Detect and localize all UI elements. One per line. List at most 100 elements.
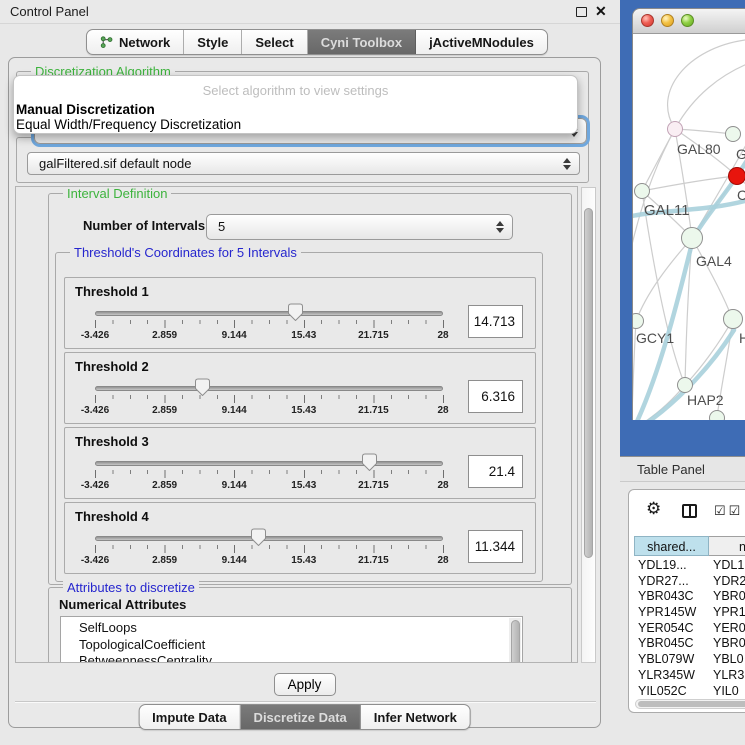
slider-thumb[interactable] bbox=[288, 303, 303, 321]
number-of-intervals-combobox[interactable]: 5 bbox=[206, 214, 513, 240]
cell-shared-name[interactable]: YPR145W bbox=[638, 605, 696, 621]
separator bbox=[15, 701, 596, 703]
network-node[interactable] bbox=[723, 309, 743, 329]
network-node[interactable] bbox=[634, 183, 650, 199]
close-traffic-light-icon[interactable] bbox=[641, 14, 654, 27]
zoom-traffic-light-icon[interactable] bbox=[681, 14, 694, 27]
network-canvas[interactable]: GAL80GACGAL11GAL4GCY1HHAP2 bbox=[633, 34, 745, 420]
threshold-label: Threshold 2 bbox=[75, 359, 149, 374]
numerical-attributes-list[interactable]: SelfLoopsTopologicalCoefficientBetweenne… bbox=[60, 616, 523, 663]
table-row[interactable]: YER054C YER0 bbox=[634, 621, 745, 637]
close-icon[interactable]: ✕ bbox=[595, 3, 607, 20]
cell-name[interactable]: YBL0 bbox=[713, 652, 744, 668]
tab-network[interactable]: Network bbox=[87, 30, 184, 54]
table-row[interactable]: YDL19... YDL1 bbox=[634, 558, 745, 574]
tab-cyni-toolbox[interactable]: Cyni Toolbox bbox=[308, 30, 416, 54]
tab-label: Cyni Toolbox bbox=[321, 35, 402, 50]
table-horizontal-scrollbar[interactable] bbox=[635, 699, 745, 709]
dropdown-option-equal-width-frequency[interactable]: Equal Width/Frequency Discretization bbox=[16, 117, 241, 132]
tab-impute-data[interactable]: Impute Data bbox=[139, 705, 240, 729]
tab-infer-network[interactable]: Infer Network bbox=[361, 705, 470, 729]
cell-name[interactable]: YPR1 bbox=[713, 605, 745, 621]
dropdown-option-manual-discretization[interactable]: Manual Discretization bbox=[16, 102, 155, 117]
slider-track[interactable] bbox=[95, 536, 443, 541]
attribute-list-item[interactable]: TopologicalCoefficient bbox=[61, 637, 522, 654]
cell-name[interactable]: YER0 bbox=[713, 621, 745, 637]
table-row[interactable]: YDR27... YDR2 bbox=[634, 574, 745, 590]
slider-thumb[interactable] bbox=[251, 528, 266, 546]
slider-track[interactable] bbox=[95, 311, 443, 316]
scrollbar-thumb[interactable] bbox=[584, 208, 593, 558]
table-row[interactable]: YLR345W YLR3 bbox=[634, 668, 745, 684]
table-body: YDL19...YDL1YDR27...YDR2YBR043CYBR0YPR14… bbox=[634, 558, 745, 699]
gear-icon[interactable]: ⚙ bbox=[646, 499, 661, 519]
network-node[interactable] bbox=[633, 313, 644, 329]
slider-major-ticks bbox=[95, 545, 444, 553]
float-window-icon[interactable] bbox=[576, 7, 587, 17]
tab-label: Style bbox=[197, 35, 228, 50]
cell-shared-name[interactable]: YDL19... bbox=[638, 558, 687, 574]
column-header-shared-name[interactable]: shared... bbox=[634, 536, 709, 556]
list-scrollbar[interactable] bbox=[509, 618, 521, 663]
network-node[interactable] bbox=[728, 167, 745, 185]
threshold-value-field[interactable]: 21.4 bbox=[468, 455, 523, 488]
column-header-name[interactable]: na bbox=[709, 536, 745, 556]
network-node[interactable] bbox=[667, 121, 683, 137]
slider-tick-label: 15.43 bbox=[291, 480, 316, 491]
threshold-value-field[interactable]: 14.713 bbox=[468, 305, 523, 338]
cell-name[interactable]: YDR2 bbox=[713, 574, 745, 590]
table-row[interactable]: YBL079W YBL0 bbox=[634, 652, 745, 668]
network-view-frame: GAL80GACGAL11GAL4GCY1HHAP2 bbox=[620, 0, 745, 456]
cell-shared-name[interactable]: YLR345W bbox=[638, 668, 695, 684]
table-panel-titlebar: Table Panel bbox=[620, 456, 745, 482]
tab-discretize-data[interactable]: Discretize Data bbox=[241, 705, 361, 729]
table-row[interactable]: YIL052C YIL0 bbox=[634, 684, 745, 700]
cell-shared-name[interactable]: YIL052C bbox=[638, 684, 687, 700]
network-node-label: H bbox=[739, 330, 745, 346]
network-node[interactable] bbox=[725, 126, 741, 142]
tab-jactivemnodules[interactable]: jActiveMNodules bbox=[416, 30, 547, 54]
network-node[interactable] bbox=[709, 410, 725, 420]
cell-shared-name[interactable]: YBL079W bbox=[638, 652, 694, 668]
cell-name[interactable]: YDL1 bbox=[713, 558, 744, 574]
table-row[interactable]: YBR043C YBR0 bbox=[634, 589, 745, 605]
tab-select[interactable]: Select bbox=[242, 30, 307, 54]
slider-tick-label: 28 bbox=[437, 480, 448, 491]
threshold-label: Threshold 3 bbox=[75, 434, 149, 449]
attribute-list-item[interactable]: SelfLoops bbox=[61, 620, 522, 637]
tab-label: Network bbox=[119, 35, 170, 50]
combo-value: 5 bbox=[218, 219, 225, 234]
slider-track[interactable] bbox=[95, 386, 443, 391]
table-row[interactable]: YBR045C YBR0 bbox=[634, 636, 745, 652]
threshold-value-field[interactable]: 6.316 bbox=[468, 380, 523, 413]
table-row[interactable]: YPR145W YPR1 bbox=[634, 605, 745, 621]
cell-shared-name[interactable]: YDR27... bbox=[638, 574, 689, 590]
network-node[interactable] bbox=[677, 377, 693, 393]
cell-name[interactable]: YLR3 bbox=[713, 668, 744, 684]
cell-shared-name[interactable]: YBR045C bbox=[638, 636, 694, 652]
cell-shared-name[interactable]: YBR043C bbox=[638, 589, 694, 605]
attribute-list-item[interactable]: BetweennessCentrality bbox=[61, 653, 522, 663]
slider-thumb[interactable] bbox=[362, 453, 377, 471]
threshold-value-field[interactable]: 11.344 bbox=[468, 530, 523, 563]
network-node[interactable] bbox=[681, 227, 703, 249]
scrollbar-thumb[interactable] bbox=[511, 620, 520, 663]
network-window[interactable]: GAL80GACGAL11GAL4GCY1HHAP2 bbox=[632, 8, 745, 420]
threshold-box: Threshold 2-3.4262.8599.14415.4321.71528… bbox=[64, 352, 536, 424]
slider-major-ticks bbox=[95, 470, 444, 478]
scrollbar-thumb[interactable] bbox=[638, 701, 745, 707]
split-column-icon[interactable] bbox=[682, 504, 697, 518]
cell-shared-name[interactable]: YER054C bbox=[638, 621, 694, 637]
table-data-combobox[interactable]: galFiltered.sif default node bbox=[27, 152, 580, 175]
apply-button[interactable]: Apply bbox=[274, 673, 336, 696]
tab-style[interactable]: Style bbox=[184, 30, 242, 54]
slider-track[interactable] bbox=[95, 461, 443, 466]
cell-name[interactable]: YIL0 bbox=[713, 684, 739, 700]
slider-tick-label: -3.426 bbox=[81, 405, 109, 416]
minimize-traffic-light-icon[interactable] bbox=[661, 14, 674, 27]
settings-scrollbar[interactable] bbox=[581, 187, 596, 663]
checkbox-icons[interactable]: ☑☑ bbox=[714, 503, 743, 519]
slider-thumb[interactable] bbox=[195, 378, 210, 396]
cell-name[interactable]: YBR0 bbox=[713, 636, 745, 652]
cell-name[interactable]: YBR0 bbox=[713, 589, 745, 605]
